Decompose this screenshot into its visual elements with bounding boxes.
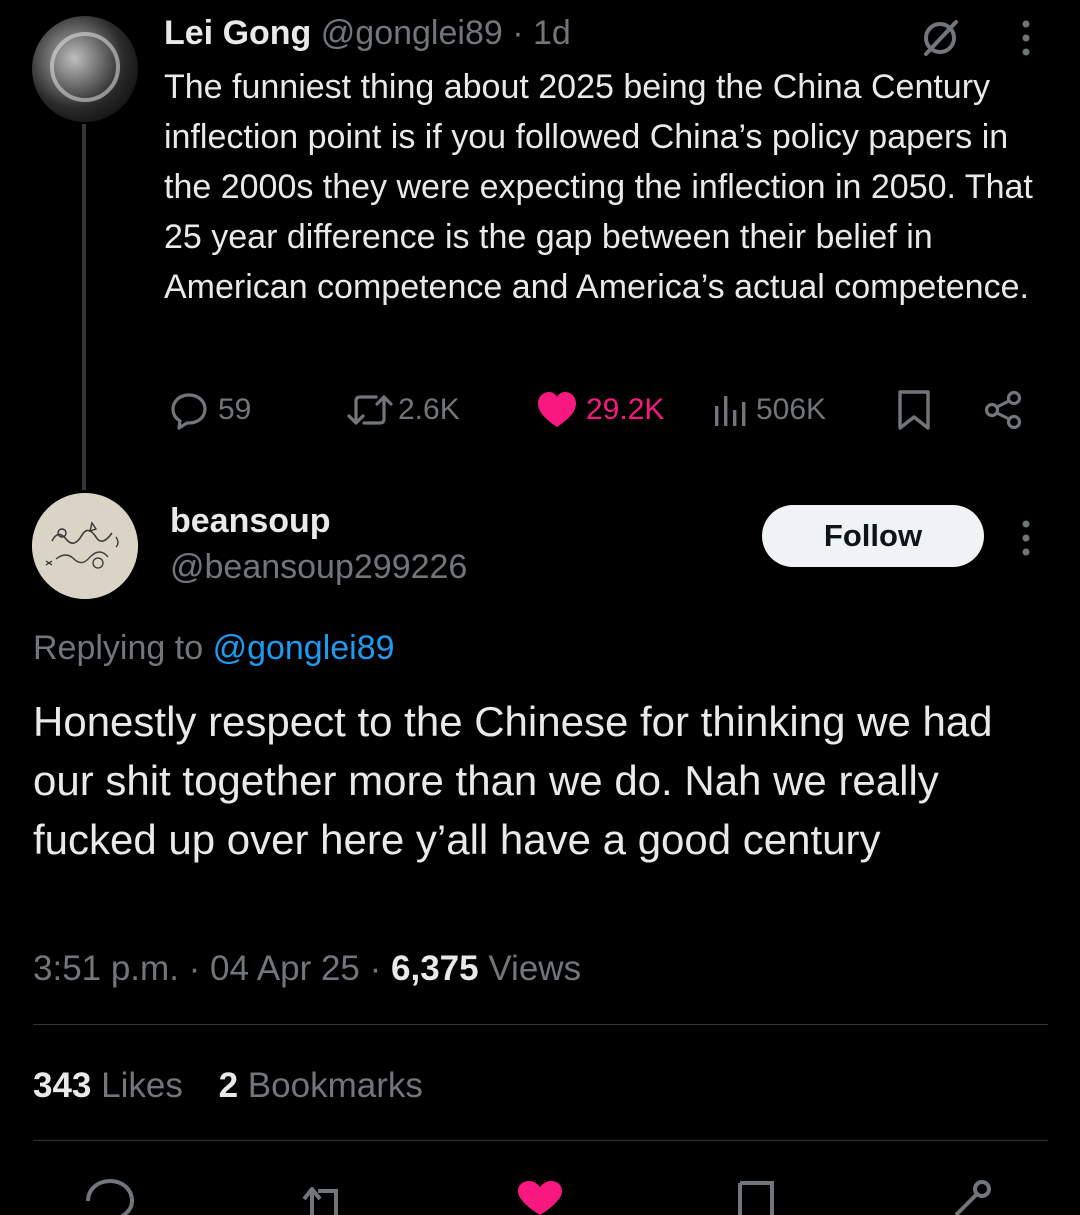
views-number: 6,375 <box>391 949 479 988</box>
reply-author-handle[interactable]: @beansoup299226 <box>170 546 467 588</box>
reply-text: Honestly respect to the Chinese for thin… <box>33 698 993 863</box>
likes-number: 343 <box>33 1066 92 1105</box>
author-handle[interactable]: @gonglei89 <box>321 14 503 52</box>
share-icon[interactable] <box>982 390 1024 430</box>
reply-count: 59 <box>218 393 252 426</box>
thread-connector-line <box>82 124 86 490</box>
repost-icon[interactable] <box>290 1175 346 1215</box>
bookmarks-stat[interactable]: 2 Bookmarks <box>219 1066 423 1105</box>
replying-to: Replying to @gonglei89 <box>33 626 395 670</box>
reply-icon[interactable] <box>82 1175 138 1215</box>
tweet-time[interactable]: 3:51 p.m. <box>33 949 179 988</box>
tweet-meta: 3:51 p.m. · 04 Apr 25 · 6,375 Views <box>33 949 582 988</box>
reply-action[interactable]: 59 <box>168 384 251 436</box>
views-icon <box>715 396 746 426</box>
tweet-header: Lei Gong @gonglei89 · 1d <box>164 12 571 54</box>
author-avatar[interactable] <box>32 16 138 122</box>
header-separator: · <box>512 14 524 52</box>
reply-author-name[interactable]: beansoup <box>170 500 331 542</box>
like-icon <box>538 392 576 427</box>
likes-label: Likes <box>101 1066 183 1105</box>
timestamp[interactable]: 1d <box>533 14 571 52</box>
views-action[interactable]: 506K <box>712 384 826 436</box>
replying-prefix: Replying to <box>33 629 204 667</box>
author-name[interactable]: Lei Gong <box>164 14 311 52</box>
like-action[interactable]: 29.2K <box>536 384 664 436</box>
repost-icon <box>347 395 393 425</box>
likes-stat[interactable]: 343 Likes <box>33 1066 193 1105</box>
bookmarks-label: Bookmarks <box>247 1066 423 1105</box>
repost-count: 2.6K <box>398 393 460 426</box>
replying-mention-link[interactable]: @gonglei89 <box>213 629 395 667</box>
views-count: 506K <box>756 393 827 426</box>
views-label: Views <box>488 949 582 988</box>
engagement-stats: 343 Likes 2 Bookmarks <box>33 1064 423 1108</box>
reply-author-avatar[interactable] <box>32 493 138 599</box>
share-icon[interactable] <box>946 1175 1002 1215</box>
like-count: 29.2K <box>586 393 665 426</box>
bookmark-icon[interactable] <box>728 1175 784 1215</box>
more-icon[interactable] <box>1008 16 1044 60</box>
bookmarks-number: 2 <box>218 1066 239 1105</box>
like-icon[interactable] <box>512 1175 568 1215</box>
divider <box>33 1140 1048 1141</box>
grok-icon[interactable] <box>918 16 962 60</box>
tweet-date[interactable]: 04 Apr 25 <box>210 949 360 988</box>
reply-icon <box>171 393 207 430</box>
bookmark-icon[interactable] <box>895 388 933 432</box>
divider <box>33 1024 1048 1025</box>
more-icon[interactable] <box>1008 516 1044 560</box>
repost-action[interactable]: 2.6K <box>346 384 460 436</box>
follow-button[interactable]: Follow <box>762 505 984 567</box>
tweet-text: The funniest thing about 2025 being the … <box>164 68 1033 306</box>
